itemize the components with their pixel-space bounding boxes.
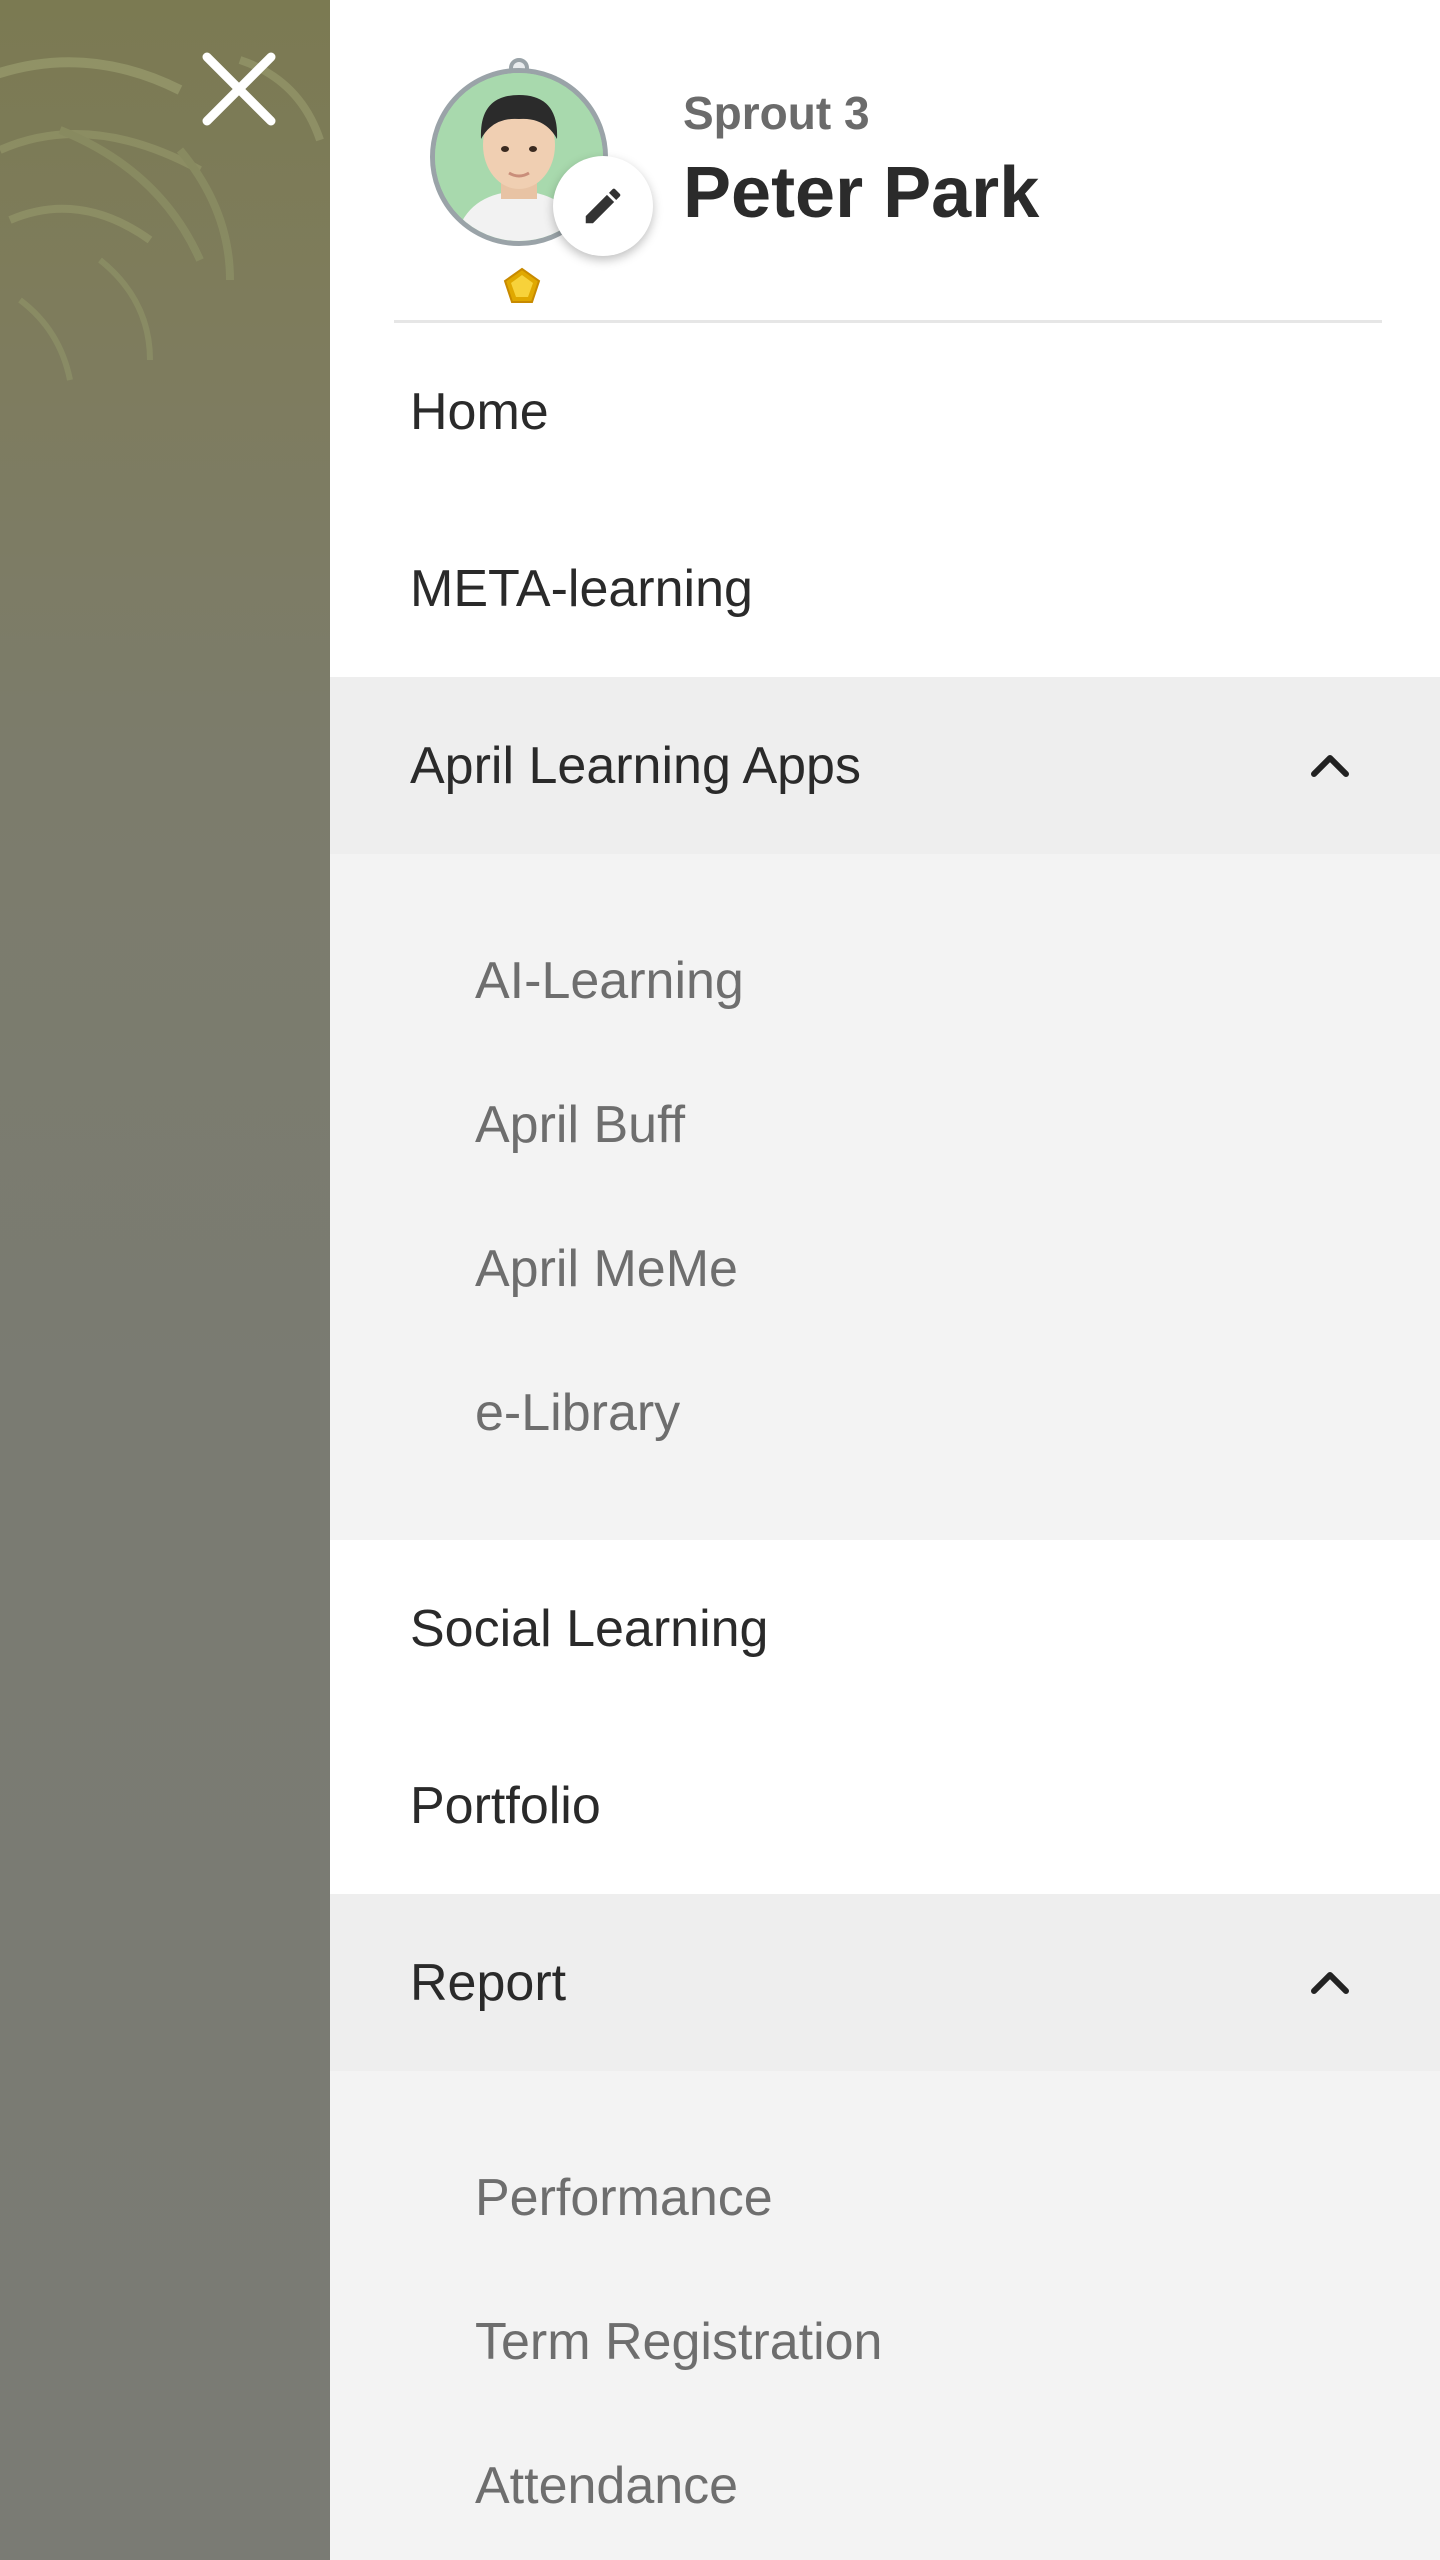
drawer-backdrop[interactable]	[0, 0, 330, 2560]
menu-item-social-learning[interactable]: Social Learning	[330, 1540, 1440, 1717]
user-name: Peter Park	[683, 153, 1040, 233]
menu-item-label: Report	[410, 1953, 567, 2012]
app-screen: Sprout 3 Peter Park Home META-learning A…	[0, 0, 1440, 2560]
submenu-april-learning-apps: AI-Learning April Buff April MeMe e-Libr…	[330, 854, 1440, 1540]
chevron-up-icon[interactable]	[1308, 744, 1352, 788]
menu-item-label: April Learning Apps	[410, 736, 861, 795]
chevron-up-icon[interactable]	[1308, 1961, 1352, 2005]
menu-item-report[interactable]: Report	[330, 1894, 1440, 2071]
submenu-item-term-registration[interactable]: Term Registration	[330, 2270, 1440, 2414]
navigation-drawer: Sprout 3 Peter Park Home META-learning A…	[330, 0, 1440, 2560]
profile-header: Sprout 3 Peter Park	[330, 0, 1440, 323]
pencil-icon	[585, 188, 621, 224]
submenu-item-attendance[interactable]: Attendance	[330, 2414, 1440, 2558]
submenu-item-ai-learning[interactable]: AI-Learning	[330, 909, 1440, 1053]
submenu-item-e-library[interactable]: e-Library	[330, 1341, 1440, 1485]
edit-profile-button[interactable]	[553, 156, 653, 256]
gem-icon	[503, 267, 541, 303]
close-icon	[202, 52, 276, 126]
menu-item-april-learning-apps[interactable]: April Learning Apps	[330, 677, 1440, 854]
submenu-item-performance[interactable]: Performance	[330, 2126, 1440, 2270]
submenu-report: Performance Term Registration Attendance	[330, 2071, 1440, 2560]
user-level: Sprout 3	[683, 87, 870, 139]
menu-item-portfolio[interactable]: Portfolio	[330, 1717, 1440, 1894]
submenu-item-april-buff[interactable]: April Buff	[330, 1053, 1440, 1197]
menu-item-meta-learning[interactable]: META-learning	[330, 500, 1440, 677]
avatar-container	[430, 58, 653, 308]
submenu-item-april-meme[interactable]: April MeMe	[330, 1197, 1440, 1341]
menu-item-home[interactable]: Home	[330, 323, 1440, 500]
close-button[interactable]	[196, 46, 282, 132]
